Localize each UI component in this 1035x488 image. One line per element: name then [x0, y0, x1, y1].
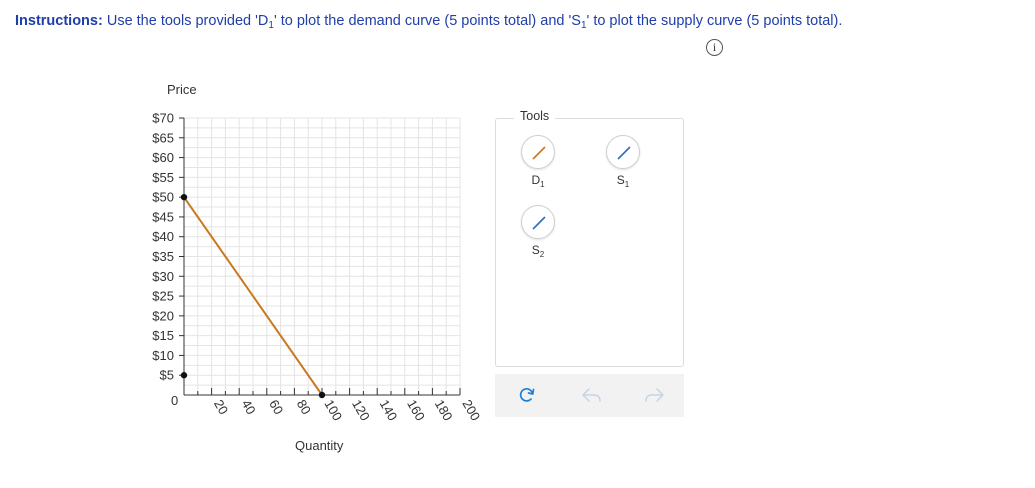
tool-s1-letter: S — [616, 173, 625, 187]
tool-s1-label: S1 — [608, 173, 638, 189]
s1-line-icon — [617, 146, 631, 160]
undo-icon — [582, 388, 601, 402]
instructions-part3: ' to plot the supply curve (5 points tot… — [586, 13, 843, 29]
y-axis-title: Price — [167, 82, 197, 97]
x-tick-label: 40 — [239, 397, 259, 417]
tool-s2-sub: 2 — [539, 250, 545, 259]
tool-s1-button[interactable] — [606, 135, 640, 169]
y-tick-label: $35 — [152, 249, 174, 264]
curve-point[interactable] — [180, 193, 188, 201]
y-tick-label: $55 — [152, 170, 174, 185]
x-tick-label: 200 — [459, 397, 483, 423]
d1-line-icon — [532, 146, 546, 160]
tool-d1-button[interactable] — [521, 135, 555, 169]
y-tick-label: $45 — [152, 209, 174, 224]
instructions-s-subscript: 1 — [580, 20, 587, 31]
curve-point[interactable] — [318, 391, 326, 399]
x-tick-label: 120 — [349, 397, 373, 423]
redo-button[interactable] — [632, 374, 672, 417]
tool-s2-letter: S — [531, 243, 540, 257]
x-tick-label: 160 — [404, 397, 428, 423]
y-tick-label: $40 — [152, 229, 174, 244]
x-axis-title: Quantity — [295, 438, 344, 453]
tool-s2-button[interactable] — [521, 205, 555, 239]
tool-s2-label: S2 — [523, 243, 553, 259]
action-bar — [495, 374, 684, 417]
x-tick-label: 20 — [211, 397, 231, 417]
y-tick-label: $15 — [152, 328, 174, 343]
redo-icon — [645, 388, 664, 402]
y-tick-label: $20 — [152, 308, 174, 323]
tool-d1-sub: 1 — [540, 180, 545, 189]
x-tick-label: 80 — [294, 397, 314, 417]
tools-title: Tools — [514, 109, 556, 123]
reset-icon — [519, 388, 535, 402]
y-tick-label: $60 — [152, 150, 174, 165]
tool-s1-sub: 1 — [624, 180, 630, 189]
y-tick-label: $65 — [152, 130, 174, 145]
y-tick-label: $50 — [152, 190, 174, 205]
y-tick-label: $5 — [160, 368, 174, 383]
s2-line-icon — [532, 216, 546, 230]
y-tick-label: $25 — [152, 289, 174, 304]
undo-button[interactable] — [570, 374, 610, 417]
x-tick-label: 140 — [377, 397, 401, 423]
y-tick-label: $10 — [152, 348, 174, 363]
x-tick-label: 100 — [321, 397, 345, 423]
y-tick-label: $30 — [152, 269, 174, 284]
x-tick-label: 60 — [266, 397, 286, 417]
x-tick-label: 180 — [432, 397, 456, 423]
y-tick-label: $70 — [152, 111, 174, 126]
reset-button[interactable] — [507, 374, 547, 417]
info-icon[interactable]: i — [706, 39, 723, 56]
supply-demand-chart[interactable]: $5 $10 $15 $20 $25 $30 $35 $40 $45 $50 $55 $60 $65 $7… — [0, 0, 490, 488]
curve-point[interactable] — [180, 372, 188, 379]
tool-d1-letter: D — [531, 173, 541, 187]
origin-label: 0 — [171, 393, 178, 408]
tool-d1-label: D1 — [523, 173, 553, 189]
